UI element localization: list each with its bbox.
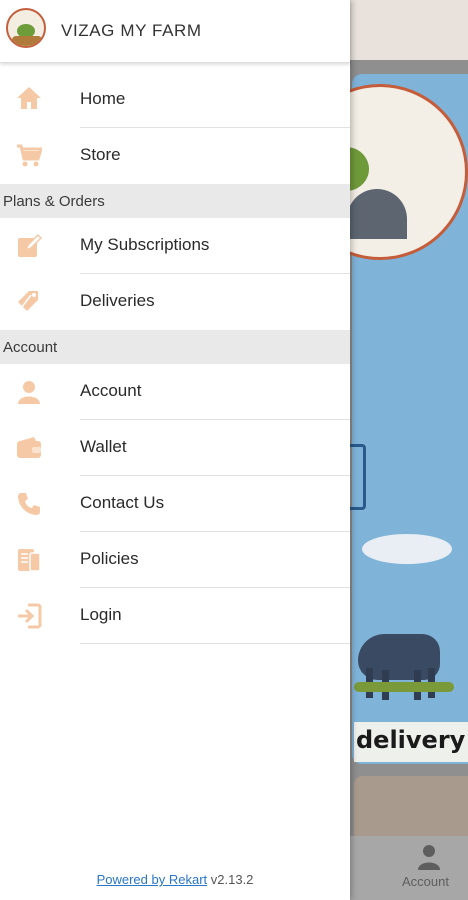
menu-item-label: Contact Us	[80, 493, 165, 512]
menu-item-label: Account	[80, 381, 142, 400]
app-logo	[6, 8, 46, 48]
menu-item-wallet[interactable]: Wallet	[0, 420, 350, 476]
home-icon	[17, 87, 41, 109]
phone-icon	[18, 493, 40, 515]
menu-item-label: Store	[80, 145, 121, 164]
menu-item-login[interactable]: Login	[0, 588, 350, 644]
menu-item-label: Policies	[80, 549, 139, 568]
menu-item-home[interactable]: Home	[0, 63, 350, 128]
powered-by-link[interactable]: Powered by Rekart	[97, 872, 208, 887]
section-header-account: Account	[0, 330, 350, 364]
cart-icon	[17, 144, 42, 167]
bottom-nav: Account	[350, 836, 468, 900]
menu-item-my-subscriptions[interactable]: My Subscriptions	[0, 218, 350, 274]
brand-title: VIZAG MY FARM	[61, 21, 202, 40]
bottom-nav-account-label: Account	[402, 874, 449, 889]
divider	[80, 643, 350, 644]
section-title: Account	[3, 339, 58, 356]
menu-item-label: Deliveries	[80, 291, 155, 310]
menu-item-label: Home	[80, 89, 126, 108]
menu-item-policies[interactable]: Policies	[0, 532, 350, 588]
background-card	[354, 776, 468, 836]
menu-item-label: Wallet	[80, 437, 127, 456]
background-app: delivery Account	[350, 0, 468, 900]
menu-item-store[interactable]: Store	[0, 128, 350, 184]
section-title: Plans & Orders	[3, 193, 105, 210]
background-farm-logo	[350, 84, 468, 260]
drawer-footer: Powered by Rekart v2.13.2	[0, 872, 350, 887]
edit-icon	[18, 233, 42, 257]
tags-icon	[18, 291, 38, 311]
menu-item-label: My Subscriptions	[80, 235, 210, 254]
background-banner: delivery	[350, 74, 468, 764]
menu-item-deliveries[interactable]: Deliveries	[0, 274, 350, 330]
user-icon	[18, 381, 40, 404]
account-nav-icon	[418, 845, 440, 870]
navigation-drawer: VIZAG MY FARM Home Store Plans & Orders …	[0, 0, 350, 900]
wallet-icon	[17, 437, 41, 458]
background-header	[350, 0, 468, 60]
banner-delivery-text: delivery	[354, 722, 468, 762]
drawer-header: VIZAG MY FARM	[0, 0, 350, 63]
app-version: v2.13.2	[210, 872, 254, 887]
section-header-plans-orders: Plans & Orders	[0, 184, 350, 218]
menu-item-contact-us[interactable]: Contact Us	[0, 476, 350, 532]
login-icon	[18, 603, 42, 629]
document-icon	[18, 549, 41, 572]
menu-item-label: Login	[80, 605, 122, 624]
menu-item-account[interactable]: Account	[0, 364, 350, 420]
